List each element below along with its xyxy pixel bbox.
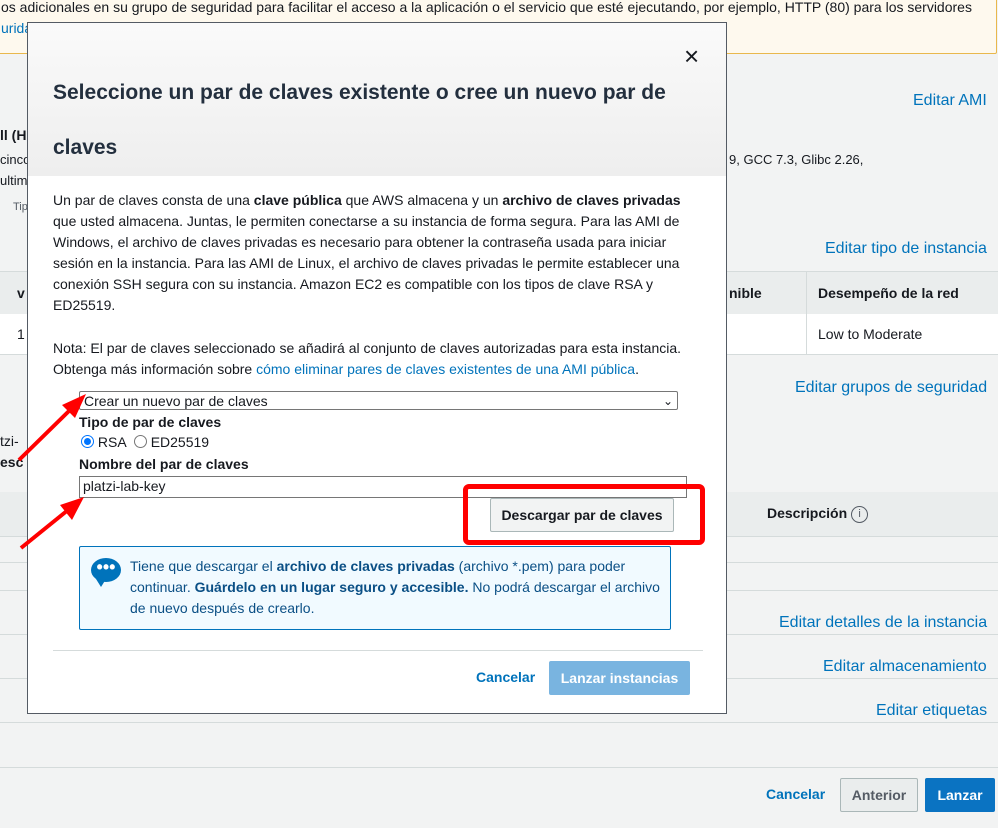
edit-tags-link[interactable]: Editar etiquetas — [876, 702, 987, 720]
page-cancel-button[interactable]: Cancelar — [766, 786, 825, 802]
column-divider — [806, 272, 807, 314]
table-header-left: v — [17, 285, 25, 301]
column-divider — [806, 314, 807, 354]
modal-cancel-button[interactable]: Cancelar — [476, 669, 535, 685]
info-message: Tiene que descargar el archivo de claves… — [130, 558, 660, 616]
info-icon[interactable]: i — [851, 505, 869, 523]
modal-description: Un par de claves consta de una clave púb… — [53, 192, 681, 313]
edit-ami-link[interactable]: Editar AMI — [913, 92, 987, 110]
key-pair-option-select[interactable]: Crear un nuevo par de claves ⌄ — [79, 391, 678, 410]
key-type-radio-group: RSA ED25519 — [81, 434, 209, 450]
ami-title: ll (H — [0, 127, 27, 143]
key-name-input[interactable]: platzi-lab-key — [79, 476, 687, 498]
launch-button[interactable]: Lanzar — [925, 778, 995, 812]
ami-description-right: 9, GCC 7.3, Glibc 2.26, — [729, 152, 864, 167]
modal-footer-divider — [53, 650, 703, 651]
key-pair-modal: Seleccione un par de claves existente o … — [27, 22, 727, 714]
launch-instances-button[interactable]: Lanzar instancias — [549, 661, 690, 695]
edit-instance-details-link[interactable]: Editar detalles de la instancia — [779, 614, 987, 632]
remove-keys-link[interactable]: cómo eliminar pares de claves existentes… — [256, 361, 635, 377]
table-header-available: nible — [729, 285, 762, 301]
table-cell-network: Low to Moderate — [818, 326, 923, 342]
table-header-network: Desempeño de la red — [818, 285, 959, 301]
download-key-pair-button[interactable]: Descargar par de claves — [490, 498, 674, 532]
security-group-fragment: tzi- — [0, 433, 19, 449]
rsa-radio[interactable] — [81, 435, 94, 448]
close-icon[interactable]: × — [684, 43, 699, 69]
download-info-alert: ••• Tiene que descargar el archivo de cl… — [79, 546, 671, 630]
chat-bubble-icon: ••• — [91, 558, 121, 587]
previous-button[interactable]: Anterior — [840, 778, 918, 812]
modal-title: Seleccione un par de claves existente o … — [53, 81, 666, 159]
key-type-label: Tipo de par de claves — [79, 414, 222, 430]
ed25519-radio[interactable] — [133, 435, 147, 448]
ami-type-label: Tip — [13, 201, 28, 213]
key-name-label: Nombre del par de claves — [79, 456, 249, 472]
edit-storage-link[interactable]: Editar almacenamiento — [823, 658, 987, 676]
divider — [0, 767, 998, 768]
divider — [0, 722, 998, 723]
security-group-desc-fragment: esc — [0, 454, 24, 470]
edit-instance-type-link[interactable]: Editar tipo de instancia — [825, 240, 987, 258]
banner-text: os adicionales en su grupo de seguridad … — [1, 0, 972, 15]
chevron-down-icon: ⌄ — [662, 394, 673, 408]
rsa-label: RSA — [97, 434, 126, 450]
note-text: Nota: El par de claves seleccionado se a… — [53, 340, 682, 377]
edit-security-groups-link[interactable]: Editar grupos de seguridad — [795, 379, 987, 397]
ed25519-label: ED25519 — [150, 434, 210, 450]
modal-header: Seleccione un par de claves existente o … — [28, 23, 726, 176]
ami-description: cinco — [0, 152, 31, 167]
table-cell-left: 1 — [17, 326, 25, 342]
table-header-description: Descripción i — [767, 505, 869, 523]
